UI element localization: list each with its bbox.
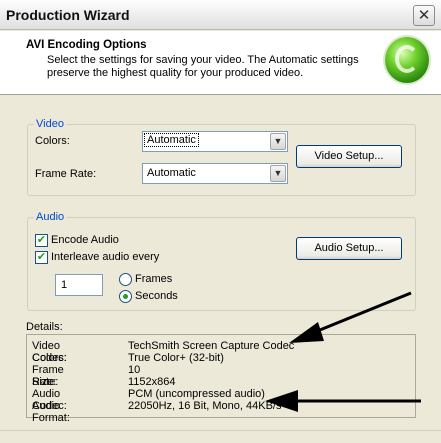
interleave-audio-checkbox[interactable]: ✔ (35, 251, 48, 264)
green-orb-logo-icon (385, 37, 429, 83)
window-title: Production Wizard (6, 7, 130, 23)
details-value: 1152x864 (128, 376, 176, 388)
frame-rate-selected-value: Automatic (147, 167, 196, 179)
encode-audio-checkbox[interactable]: ✔ (35, 234, 48, 247)
header-description: Select the settings for saving your vide… (47, 54, 359, 79)
header-title: AVI Encoding Options (26, 39, 147, 51)
production-wizard-window: Production Wizard ✕ AVI Encoding Options… (0, 0, 441, 443)
details-label: Details: (26, 321, 63, 333)
bottom-separator (0, 430, 441, 443)
video-setup-button[interactable]: Video Setup... (296, 145, 402, 168)
details-value: 10 (128, 364, 141, 376)
colors-dropdown[interactable]: Automatic ▼ (142, 131, 288, 152)
audio-group: Audio (27, 211, 416, 311)
close-button[interactable]: ✕ (413, 5, 435, 26)
frames-radio[interactable] (119, 273, 132, 286)
seconds-radio[interactable] (119, 290, 132, 303)
seconds-label[interactable]: Seconds (135, 290, 178, 302)
wizard-header: AVI Encoding Options Select the settings… (0, 31, 441, 95)
chevron-down-icon[interactable]: ▼ (270, 133, 286, 150)
colors-label: Colors: (35, 135, 70, 147)
details-key: Size: (32, 376, 57, 388)
interleave-value-input[interactable]: 1 (55, 274, 103, 296)
details-key: Colors: (32, 352, 67, 364)
video-group-label: Video (34, 118, 66, 130)
interleave-audio-label[interactable]: Interleave audio every (51, 251, 159, 263)
details-value: 22050Hz, 16 Bit, Mono, 44KB/s (128, 400, 282, 412)
audio-setup-button[interactable]: Audio Setup... (296, 237, 402, 260)
audio-group-label: Audio (34, 211, 67, 223)
frames-label[interactable]: Frames (135, 273, 172, 285)
details-panel: Video Codec: TechSmith Screen Capture Co… (26, 334, 416, 424)
title-bar[interactable]: Production Wizard ✕ (0, 0, 441, 30)
details-value: TechSmith Screen Capture Codec (128, 340, 295, 352)
encode-audio-label[interactable]: Encode Audio (51, 234, 119, 246)
colors-selected-value: Automatic (144, 133, 199, 147)
chevron-down-icon[interactable]: ▼ (270, 165, 286, 182)
details-value: PCM (uncompressed audio) (128, 388, 265, 400)
frame-rate-label: Frame Rate: (35, 168, 97, 180)
frame-rate-dropdown[interactable]: Automatic ▼ (142, 163, 288, 184)
details-key: Audio Format: (32, 400, 70, 424)
details-value: True Color+ (32-bit) (128, 352, 224, 364)
